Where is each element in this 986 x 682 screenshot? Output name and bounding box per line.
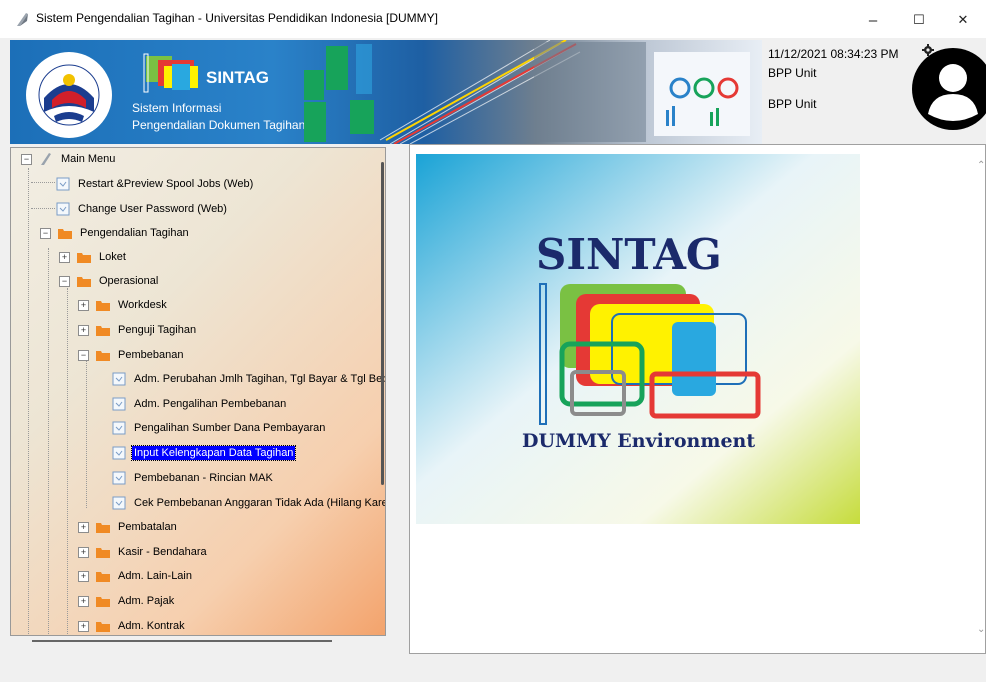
expand-toggle[interactable]: + — [78, 324, 89, 336]
tree-item-label: Loket — [99, 251, 126, 263]
banner-subtitle-line2: Pengendalian Dokumen Tagihan — [132, 118, 306, 132]
folder-icon — [96, 597, 110, 607]
expand-toggle[interactable]: + — [78, 546, 89, 558]
tree-horizontal-scrollbar[interactable] — [32, 640, 332, 642]
minimize-button[interactable]: – — [850, 6, 896, 34]
folder-icon — [77, 253, 91, 263]
tree-item-pembebanan[interactable]: − Pembebanan — [78, 345, 185, 365]
tree-item-main-menu[interactable]: − Main Menu — [21, 149, 117, 169]
unit-label: BPP Unit — [768, 66, 817, 80]
expand-toggle[interactable]: + — [78, 521, 89, 533]
folder-icon — [96, 548, 110, 558]
document-icon — [112, 421, 126, 435]
user-info: 11/12/2021 08:34:23 PM BPP Unit BPP Unit — [768, 40, 918, 144]
tree-item-label: Cek Pembebanan Anggaran Tidak Ada (Hilan… — [134, 497, 386, 509]
scroll-down-icon[interactable]: ⌄ — [977, 624, 985, 635]
splash-environment-label: DUMMY Environment — [522, 430, 756, 452]
tree-item-pengendalian-tagihan[interactable]: − Pengendalian Tagihan — [40, 223, 191, 243]
tree-item-adm-lain-lain[interactable]: + Adm. Lain-Lain — [78, 566, 194, 586]
tree-item-label: Adm. Lain-Lain — [118, 570, 192, 582]
tree-item-loket[interactable]: + Loket — [59, 247, 128, 267]
document-icon — [112, 397, 126, 411]
tree-item-adm-perubahan[interactable]: Adm. Perubahan Jmlh Tagihan, Tgl Bayar &… — [111, 369, 386, 389]
tree-item-label: Operasional — [99, 275, 159, 287]
splash-title: SINTAG — [536, 230, 722, 279]
feather-icon — [17, 13, 28, 26]
main-menu-tree: − Main Menu Restart &Preview Spool Jobs … — [10, 147, 386, 636]
expand-toggle[interactable]: + — [78, 620, 89, 632]
tree-item-input-kelengkapan[interactable]: Input Kelengkapan Data Tagihan — [111, 443, 297, 463]
folder-icon — [96, 351, 110, 361]
collapse-toggle[interactable]: − — [40, 227, 51, 239]
collapse-toggle[interactable]: − — [59, 275, 70, 287]
window-title: Sistem Pengendalian Tagihan - Universita… — [36, 11, 438, 25]
tree-item-restart-preview[interactable]: Restart &Preview Spool Jobs (Web) — [55, 174, 255, 194]
tree-item-label: Main Menu — [61, 153, 116, 165]
tree-item-change-password[interactable]: Change User Password (Web) — [55, 199, 229, 219]
tree-item-adm-pajak[interactable]: + Adm. Pajak — [78, 591, 176, 611]
sintag-splash-image — [416, 154, 860, 524]
tree-vertical-scrollbar[interactable] — [381, 162, 384, 485]
tree-item-penguji-tagihan[interactable]: + Penguji Tagihan — [78, 320, 198, 340]
tree-item-label: Adm. Kontrak — [118, 620, 185, 632]
tree-item-adm-pengalihan[interactable]: Adm. Pengalihan Pembebanan — [111, 394, 288, 414]
tree-item-label: Pembatalan — [118, 521, 177, 533]
document-icon — [112, 496, 126, 510]
folder-icon — [96, 326, 110, 336]
tree-item-label: Pembebanan - Rincian MAK — [134, 472, 273, 484]
tree-item-label: Change User Password (Web) — [78, 203, 227, 215]
datetime-label: 11/12/2021 08:34:23 PM — [768, 47, 899, 61]
document-icon — [112, 471, 126, 485]
tree-item-label-selected: Input Kelengkapan Data Tagihan — [130, 445, 297, 461]
tree-item-label: Restart &Preview Spool Jobs (Web) — [78, 178, 254, 190]
window-titlebar: Sistem Pengendalian Tagihan - Universita… — [0, 0, 986, 38]
expand-toggle[interactable]: + — [59, 251, 70, 263]
banner-subtitle-line1: Sistem Informasi — [132, 101, 222, 115]
tree-item-kasir-bendahara[interactable]: + Kasir - Bendahara — [78, 542, 209, 562]
banner-app-name: SINTAG — [206, 68, 269, 87]
tree-item-pengalihan-sumber-dana[interactable]: Pengalihan Sumber Dana Pembayaran — [111, 418, 327, 438]
close-button[interactable]: ✕ — [940, 6, 986, 34]
tree-item-operasional[interactable]: − Operasional — [59, 271, 160, 291]
maximize-button[interactable]: ☐ — [896, 6, 942, 34]
document-icon — [112, 372, 126, 386]
tree-item-adm-kontrak[interactable]: + Adm. Kontrak — [78, 616, 187, 635]
scroll-up-icon[interactable]: ⌃ — [977, 160, 985, 171]
expand-toggle[interactable]: + — [78, 595, 89, 607]
tree-item-workdesk[interactable]: + Workdesk — [78, 295, 169, 315]
tree-item-pembebanan-rincian-mak[interactable]: Pembebanan - Rincian MAK — [111, 468, 275, 488]
folder-icon — [96, 523, 110, 533]
tree-item-label: Pengendalian Tagihan — [80, 227, 189, 239]
unit-label-secondary: BPP Unit — [768, 97, 817, 111]
collapse-toggle[interactable]: − — [78, 349, 89, 361]
user-avatar-icon[interactable] — [912, 48, 986, 130]
tree-item-label: Pengalihan Sumber Dana Pembayaran — [134, 422, 326, 434]
folder-icon — [96, 572, 110, 582]
tree-item-label: Pembebanan — [118, 349, 184, 361]
tree-item-label: Workdesk — [118, 299, 167, 311]
feather-icon — [41, 153, 51, 165]
tree-item-pembatalan[interactable]: + Pembatalan — [78, 517, 179, 537]
tree-item-label: Penguji Tagihan — [118, 324, 197, 336]
header-banner: SINTAG Sistem Informasi Pengendalian Dok… — [10, 40, 762, 144]
expand-toggle[interactable]: + — [78, 570, 89, 582]
folder-icon — [77, 277, 91, 287]
folder-icon — [96, 622, 110, 632]
tree-item-label: Adm. Pajak — [118, 595, 175, 607]
tree-item-label: Adm. Perubahan Jmlh Tagihan, Tgl Bayar &… — [134, 373, 386, 385]
document-icon — [56, 202, 70, 216]
tree-item-label: Adm. Pengalihan Pembebanan — [134, 398, 287, 410]
collapse-toggle[interactable]: − — [21, 153, 32, 165]
document-icon — [112, 446, 126, 460]
banner-decoration-image — [304, 40, 750, 144]
document-icon — [56, 177, 70, 191]
expand-toggle[interactable]: + — [78, 299, 89, 311]
tree-item-cek-pembebanan[interactable]: Cek Pembebanan Anggaran Tidak Ada (Hilan… — [111, 493, 386, 513]
folder-icon — [58, 229, 72, 239]
banner-subtitle: Sistem Informasi Pengendalian Dokumen Ta… — [132, 100, 305, 134]
tree-item-label: Kasir - Bendahara — [118, 546, 207, 558]
folder-icon — [96, 301, 110, 311]
university-logo — [26, 52, 112, 138]
